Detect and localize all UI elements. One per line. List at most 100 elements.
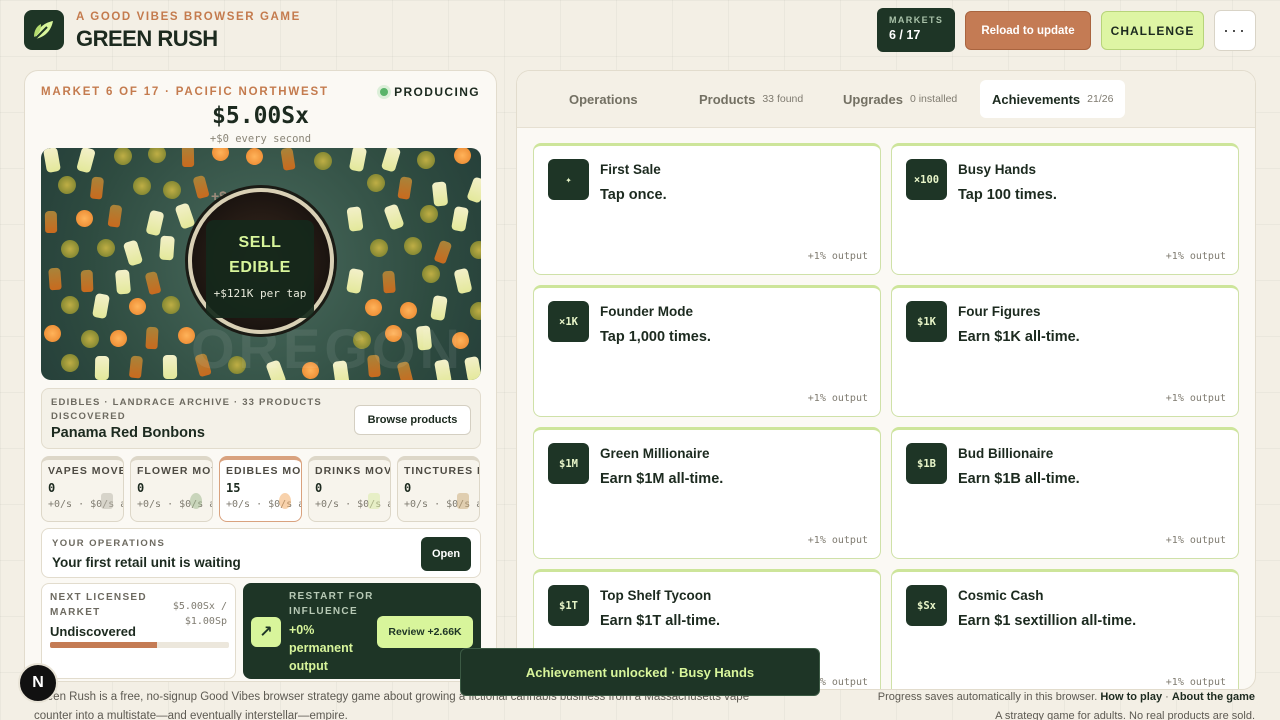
flower-bud-icon [112, 148, 134, 167]
drink-can-icon [91, 293, 110, 320]
tincture-bottle-icon [145, 326, 159, 349]
tab-count: 0 installed [909, 93, 958, 105]
tincture-bottle-icon [382, 270, 397, 294]
drink-can-icon [349, 148, 368, 172]
tab-achievements[interactable]: Achievements 21/26 [980, 80, 1126, 118]
achievement-reward: +1% output [807, 251, 868, 262]
income-rate: +$0 every second [209, 133, 312, 145]
sell-button-line1: SELL [238, 234, 282, 251]
drink-can-icon [174, 202, 196, 230]
next-market-card: NEXT LICENSED MARKET $5.00Sx / $1.00Sp U… [41, 583, 236, 679]
drink-can-icon [465, 175, 481, 204]
browse-products-button[interactable]: Browse products [354, 405, 471, 435]
achievement-title: First Sale [600, 162, 661, 177]
achievement-title: Bud Billionaire [958, 446, 1054, 461]
markets-counter-label: MARKETS [889, 15, 944, 25]
more-menu-icon[interactable]: ··· [1214, 10, 1256, 51]
edible-orange-icon [244, 148, 265, 167]
current-product-card: EDIBLES · LANDRACE ARCHIVE · 33 PRODUCTS… [41, 388, 481, 449]
footer-links: Progress saves automatically in this bro… [815, 688, 1255, 720]
about-game-link[interactable]: About the game [1172, 691, 1255, 703]
next-market-progress-fill [50, 642, 158, 648]
producing-status-label: PRODUCING [394, 85, 480, 99]
market-panel: MARKET 6 OF 17 · PACIFIC NORTHWEST PRODU… [24, 70, 497, 682]
achievement-title: Top Shelf Tycoon [600, 588, 712, 603]
tincture-bottle-icon [182, 148, 195, 168]
achievement-card: ✦ First Sale Tap once. +1% output [533, 143, 881, 275]
achievement-badge-icon: $1M [548, 443, 589, 484]
achievement-card: $1B Bud Billionaire Earn $1B all-time. +… [891, 427, 1239, 559]
achievement-title: Busy Hands [958, 162, 1037, 177]
tab-label: Operations [569, 91, 638, 107]
flower-bud-icon [159, 293, 183, 317]
tincture-thumb-icon [457, 493, 469, 509]
tincture-bottle-icon [44, 210, 57, 234]
tincture-bottle-icon [80, 270, 94, 293]
sell-edible-button[interactable]: SELL EDIBLE +$121K per tap [206, 220, 314, 318]
how-to-play-link[interactable]: How to play [1100, 691, 1162, 703]
flower-bud-icon [467, 238, 481, 261]
avatar[interactable]: N [18, 663, 58, 703]
tab-label: Achievements [992, 91, 1081, 107]
achievement-card: $1K Four Figures Earn $1K all-time. +1% … [891, 285, 1239, 417]
tab-upgrades[interactable]: Upgrades 0 installed [831, 80, 969, 118]
next-market-value: Undiscovered [50, 624, 136, 639]
flower-bud-icon [58, 237, 81, 261]
edible-orange-icon [210, 148, 232, 164]
reload-button[interactable]: Reload to update [965, 11, 1091, 50]
operations-text: Your first retail unit is waiting [52, 555, 241, 570]
open-operations-button[interactable]: Open [421, 537, 471, 571]
category-tile-drinks[interactable]: DRINKS MOVE 0 +0/s · $0/s auto [308, 456, 391, 522]
drink-thumb-icon [368, 493, 380, 509]
leaf-logo-icon [24, 10, 64, 50]
category-tile-flower[interactable]: FLOWER MOVE 0 +0/s · $0/s auto [130, 456, 213, 522]
flower-bud-icon [80, 329, 100, 349]
tincture-bottle-icon [144, 270, 162, 296]
flower-bud-icon [468, 300, 481, 321]
drink-can-icon [145, 209, 165, 237]
achievement-badge-icon: ×100 [906, 159, 947, 200]
vape-thumb-icon [101, 493, 113, 509]
category-tile-edibles[interactable]: EDIBLES MOVE 15 +0/s · $0/s auto [219, 456, 302, 522]
markets-counter[interactable]: MARKETS 6 / 17 [877, 8, 955, 52]
restart-value: +0% permanent output [289, 623, 353, 673]
operations-card: YOUR OPERATIONS Your first retail unit i… [41, 528, 481, 578]
flower-bud-icon [132, 176, 151, 195]
achievement-title: Green Millionaire [600, 446, 710, 461]
flower-bud-icon [95, 238, 116, 259]
tap-game-area[interactable]: OREGON +$121K SELL EDIBLE +$121K per tap [41, 148, 481, 380]
tincture-bottle-icon [433, 239, 453, 265]
flower-bud-icon [421, 264, 441, 284]
next-market-price: $5.00Sx / $1.00Sp [172, 601, 227, 627]
tab-products[interactable]: Products 33 found [687, 80, 815, 118]
review-influence-button[interactable]: Review +2.66K [377, 616, 473, 648]
tab-label: Products [699, 91, 756, 107]
achievement-desc: Tap 100 times. [958, 187, 1057, 203]
category-tile-tinctures[interactable]: TINCTURES MOVE 0 +0/s · $0/s auto [397, 456, 480, 522]
tab-operations[interactable]: Operations [557, 80, 650, 118]
category-tile-vapes[interactable]: VAPES MOVE 0 +0/s · $0/s auto [41, 456, 124, 522]
brand-kicker: A GOOD VIBES BROWSER GAME [76, 11, 301, 23]
flower-bud-icon [60, 296, 79, 314]
restart-label: RESTART FOR INFLUENCE [289, 591, 374, 617]
challenge-button[interactable]: CHALLENGE [1101, 11, 1204, 50]
footer-separator: · [1165, 691, 1169, 703]
edible-orange-icon [109, 329, 128, 348]
achievement-desc: Earn $1K all-time. [958, 329, 1080, 345]
product-name: Panama Red Bonbons [51, 425, 205, 441]
drink-can-icon [431, 180, 449, 207]
achievement-reward: +1% output [1165, 677, 1226, 688]
drink-can-icon [75, 148, 96, 174]
next-market-progress [50, 642, 229, 648]
achievement-reward: +1% output [1165, 393, 1226, 404]
achievement-reward: +1% output [1165, 251, 1226, 262]
status-dot-icon [380, 88, 389, 96]
drink-can-icon [94, 356, 110, 380]
achievement-desc: Earn $1 sextillion all-time. [958, 613, 1137, 629]
achievement-title: Four Figures [958, 304, 1041, 319]
drink-can-icon [380, 148, 402, 173]
flower-bud-icon [367, 236, 391, 260]
flower-bud-icon [59, 352, 82, 375]
market-label: MARKET 6 OF 17 · PACIFIC NORTHWEST [41, 86, 329, 98]
achievement-badge-icon: $1B [906, 443, 947, 484]
